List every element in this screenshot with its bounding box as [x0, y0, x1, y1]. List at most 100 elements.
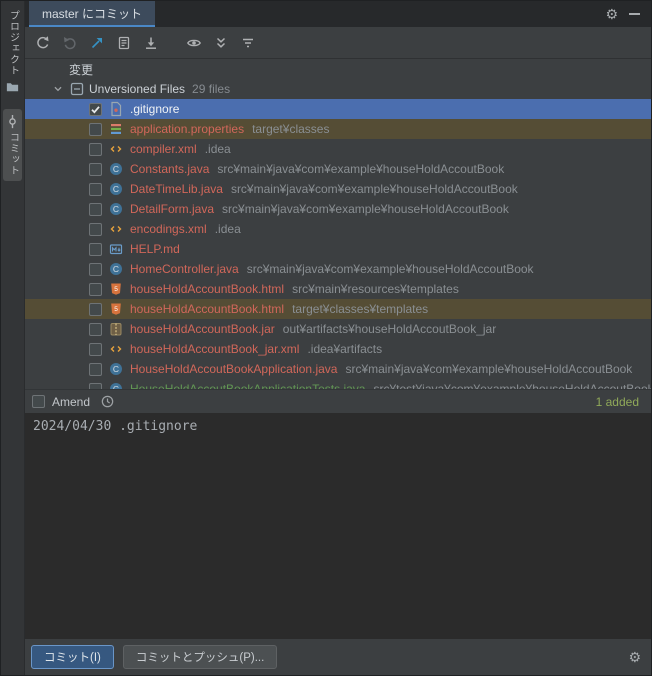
file-path: src¥main¥java¥com¥example¥houseHoldAccou… — [222, 202, 509, 216]
svg-text:C: C — [113, 164, 119, 174]
file-checkbox[interactable] — [89, 222, 102, 236]
commit-and-push-button[interactable]: コミットとプッシュ(P)... — [122, 645, 278, 669]
tool-window-header: master にコミット ⚙ — [25, 1, 651, 27]
file-checkbox[interactable] — [89, 102, 102, 116]
file-name: HouseHoldAccoutBookApplicationTests.java — [130, 382, 366, 389]
svg-text:C: C — [113, 364, 119, 374]
file-checkbox[interactable] — [89, 202, 102, 216]
file-list: .gitignore application.properties target¥c… — [25, 99, 651, 389]
html-file-icon: 5 — [108, 281, 124, 297]
file-checkbox[interactable] — [89, 302, 102, 316]
settings-gear-icon[interactable]: ⚙ — [605, 7, 618, 21]
file-checkbox[interactable] — [89, 342, 102, 356]
file-path: .idea¥artifacts — [307, 342, 383, 356]
tool-window-stripe: プロジェクト コミット — [1, 1, 25, 675]
file-name: houseHoldAccountBook.html — [130, 282, 285, 296]
svg-text:C: C — [113, 184, 119, 194]
file-row[interactable]: 5 houseHoldAccountBook.html src¥main¥resou… — [25, 279, 651, 299]
file-row[interactable]: C DetailForm.java src¥main¥java¥com¥exampl… — [25, 199, 651, 219]
file-row[interactable]: HELP.md — [25, 239, 651, 259]
group-by-icon[interactable] — [236, 31, 260, 55]
sidebar-item-project[interactable]: プロジェクト — [3, 5, 22, 99]
chevron-down-icon[interactable] — [51, 82, 67, 96]
file-path: src¥main¥java¥com¥example¥houseHoldAccou… — [246, 262, 534, 276]
header-actions: ⚙ — [605, 1, 651, 27]
file-checkbox[interactable] — [89, 322, 102, 336]
amend-label: Amend — [52, 394, 91, 409]
sidebar-item-commit[interactable]: コミット — [3, 109, 22, 181]
history-clock-icon[interactable] — [100, 394, 115, 409]
gitignore-file-icon — [108, 101, 124, 117]
shelve-silently-icon[interactable] — [85, 31, 109, 55]
file-path: src¥main¥java¥com¥example¥houseHoldAccou… — [345, 362, 633, 376]
amend-bar: Amend 1 added — [25, 389, 651, 413]
file-row[interactable]: .gitignore — [25, 99, 651, 119]
file-checkbox[interactable] — [89, 242, 102, 256]
xml-file-icon — [108, 341, 124, 357]
markdown-file-icon — [108, 241, 124, 257]
file-path: src¥test¥java¥com¥example¥houseHoldAccou… — [373, 382, 651, 389]
java-file-icon: C — [108, 381, 124, 389]
file-row[interactable]: C HouseHoldAccoutBookApplication.java src¥… — [25, 359, 651, 379]
file-row[interactable]: encodings.xml .idea — [25, 219, 651, 239]
xml-file-icon — [108, 221, 124, 237]
refresh-icon[interactable] — [31, 31, 55, 55]
settings-gear-icon[interactable]: ⚙ — [628, 650, 641, 664]
file-row[interactable]: compiler.xml .idea — [25, 139, 651, 159]
added-count-badge: 1 added — [595, 394, 639, 409]
unversioned-files-node[interactable]: Unversioned Files 29 files — [25, 79, 651, 99]
project-stripe-label: プロジェクト — [7, 10, 19, 76]
show-diff-icon[interactable] — [112, 31, 136, 55]
hide-icon[interactable] — [629, 13, 640, 15]
hide-bar-glyph — [629, 13, 640, 15]
file-name: DateTimeLib.java — [130, 182, 223, 196]
commit-button[interactable]: コミット(I) — [31, 645, 114, 669]
file-checkbox[interactable] — [89, 282, 102, 296]
file-path: src¥main¥java¥com¥example¥houseHoldAccou… — [230, 182, 518, 196]
amend-checkbox[interactable] — [32, 395, 45, 408]
svg-text:5: 5 — [114, 306, 118, 313]
file-row[interactable]: houseHoldAccountBook.jar out¥artifacts¥ho… — [25, 319, 651, 339]
java-file-icon: C — [108, 261, 124, 277]
file-path: .idea — [204, 142, 231, 156]
changelist-changes[interactable]: 変更 — [25, 59, 651, 79]
file-checkbox[interactable] — [89, 362, 102, 376]
java-file-icon: C — [108, 181, 124, 197]
file-row[interactable]: C Constants.java src¥main¥java¥com¥example… — [25, 159, 651, 179]
file-name: HELP.md — [130, 242, 180, 256]
file-row[interactable]: C HomeController.java src¥main¥java¥com¥ex… — [25, 259, 651, 279]
file-row[interactable]: houseHoldAccountBook_jar.xml .idea¥artifa… — [25, 339, 651, 359]
file-row[interactable]: application.properties target¥classes — [25, 119, 651, 139]
svg-text:C: C — [113, 204, 119, 214]
unversioned-group-icon — [69, 81, 85, 97]
unversioned-count: 29 files — [192, 82, 231, 96]
file-name: houseHoldAccountBook.jar — [130, 322, 275, 336]
file-checkbox[interactable] — [89, 262, 102, 276]
xml-file-icon — [108, 141, 124, 157]
file-checkbox[interactable] — [89, 182, 102, 196]
file-checkbox[interactable] — [89, 142, 102, 156]
file-name: houseHoldAccountBook_jar.xml — [130, 342, 300, 356]
file-checkbox[interactable] — [89, 122, 102, 136]
rollback-icon[interactable] — [58, 31, 82, 55]
file-row[interactable]: 5 houseHoldAccountBook.html target¥classes… — [25, 299, 651, 319]
file-name: houseHoldAccountBook.html — [130, 302, 285, 316]
html-file-icon: 5 — [108, 301, 124, 317]
file-row[interactable]: C DateTimeLib.java src¥main¥java¥com¥examp… — [25, 179, 651, 199]
tab-commit-to-master[interactable]: master にコミット — [29, 1, 156, 27]
save-to-shelf-icon[interactable] — [139, 31, 163, 55]
java-file-icon: C — [108, 361, 124, 377]
commit-stripe-label: コミット — [7, 132, 19, 176]
preview-diff-icon[interactable] — [182, 31, 206, 55]
java-file-icon: C — [108, 201, 124, 217]
commit-message-editor[interactable]: 2024/04/30 .gitignore — [25, 413, 651, 639]
file-checkbox[interactable] — [89, 162, 102, 176]
file-path: target¥classes — [252, 122, 330, 136]
expand-all-icon[interactable] — [209, 31, 233, 55]
file-path: .idea — [214, 222, 241, 236]
file-row[interactable]: C HouseHoldAccoutBookApplicationTests.jav… — [25, 379, 651, 389]
file-path: src¥main¥resources¥templates — [292, 282, 459, 296]
file-name: HouseHoldAccoutBookApplication.java — [130, 362, 338, 376]
java-file-icon: C — [108, 161, 124, 177]
file-name: HomeController.java — [130, 262, 239, 276]
